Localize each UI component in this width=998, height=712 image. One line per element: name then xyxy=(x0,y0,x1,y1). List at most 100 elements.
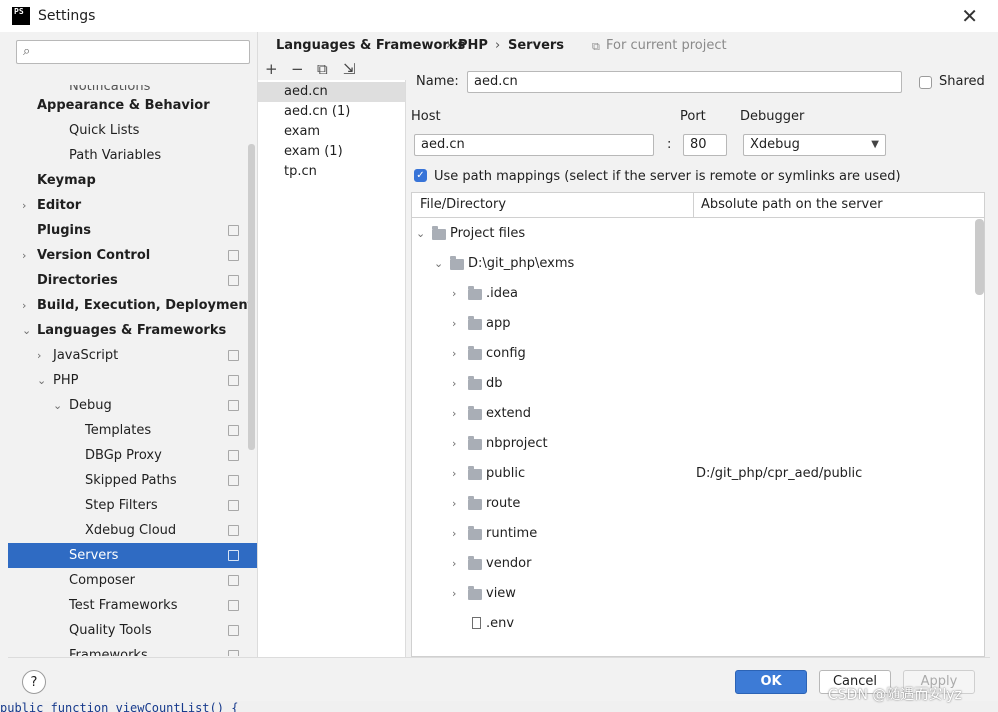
server-list-item[interactable]: exam xyxy=(258,122,405,142)
sidebar-item-composer[interactable]: Composer xyxy=(8,568,257,593)
window-title: Settings xyxy=(38,8,96,24)
sidebar-scrollbar[interactable] xyxy=(248,144,255,450)
remove-icon[interactable]: − xyxy=(291,60,304,78)
sidebar-item-appearance-behavior[interactable]: Appearance & Behavior xyxy=(8,93,257,118)
sidebar-item-dbgp-proxy[interactable]: DBGp Proxy xyxy=(8,443,257,468)
table-row[interactable]: › app xyxy=(412,309,972,339)
sidebar-item-label: Test Frameworks xyxy=(69,598,178,613)
sidebar-item-servers[interactable]: Servers xyxy=(8,543,257,568)
chevron-right-icon[interactable]: › xyxy=(452,339,456,369)
column-header-file[interactable]: File/Directory xyxy=(412,193,506,217)
chevron-right-icon[interactable]: › xyxy=(452,459,456,489)
chevron-down-icon[interactable]: ⌄ xyxy=(416,219,425,249)
sidebar-item-languages-frameworks[interactable]: ⌄ Languages & Frameworks xyxy=(8,318,257,343)
folder-icon xyxy=(450,256,464,270)
table-row[interactable]: › runtime xyxy=(412,519,972,549)
name-field[interactable]: aed.cn xyxy=(467,71,902,93)
table-row[interactable]: › .idea xyxy=(412,279,972,309)
sidebar-item-keymap[interactable]: Keymap xyxy=(8,168,257,193)
sidebar-item-version-control[interactable]: › Version Control xyxy=(8,243,257,268)
debugger-value: Xdebug xyxy=(750,137,800,152)
sidebar-item-frameworks[interactable]: Frameworks xyxy=(8,643,257,656)
use-path-mappings-checkbox[interactable]: ✓ xyxy=(414,169,427,182)
chevron-right-icon[interactable]: › xyxy=(452,519,456,549)
table-row[interactable]: ⌄ Project files xyxy=(412,219,972,249)
chevron-down-icon[interactable]: ⌄ xyxy=(37,368,46,393)
breadcrumb-item-languages[interactable]: Languages & Frameworks xyxy=(276,38,465,53)
shared-checkbox[interactable] xyxy=(919,76,932,89)
chevron-right-icon[interactable]: › xyxy=(452,579,456,609)
file-directory-name: Project files xyxy=(450,226,526,241)
sidebar-item-javascript[interactable]: › JavaScript xyxy=(8,343,257,368)
sidebar-item-quick-lists[interactable]: Quick Lists xyxy=(8,118,257,143)
server-list-item[interactable]: aed.cn (1) xyxy=(258,102,405,122)
host-field[interactable]: aed.cn xyxy=(414,134,654,156)
chevron-right-icon[interactable]: › xyxy=(452,399,456,429)
folder-icon xyxy=(468,316,482,330)
sidebar-item-test-frameworks[interactable]: Test Frameworks xyxy=(8,593,257,618)
help-icon[interactable]: ? xyxy=(22,670,46,694)
column-header-server-path[interactable]: Absolute path on the server xyxy=(693,193,883,217)
chevron-right-icon[interactable]: › xyxy=(452,429,456,459)
table-row[interactable]: › view xyxy=(412,579,972,609)
sidebar-item-label: DBGp Proxy xyxy=(85,448,162,463)
sidebar-item-php[interactable]: ⌄ PHP xyxy=(8,368,257,393)
port-field[interactable]: 80 xyxy=(683,134,727,156)
sidebar-item-templates[interactable]: Templates xyxy=(8,418,257,443)
server-list-item[interactable]: exam (1) xyxy=(258,142,405,162)
chevron-down-icon[interactable]: ⌄ xyxy=(53,393,62,418)
table-row[interactable]: ⌄ D:\git_php\exms xyxy=(412,249,972,279)
sidebar-item-label: Plugins xyxy=(37,223,91,238)
import-icon[interactable]: ⇲ xyxy=(343,60,356,78)
sidebar-item-editor[interactable]: › Editor xyxy=(8,193,257,218)
close-icon[interactable]: ✕ xyxy=(961,4,978,28)
sidebar-item-skipped-paths[interactable]: Skipped Paths xyxy=(8,468,257,493)
table-row[interactable]: › config xyxy=(412,339,972,369)
server-list-item[interactable]: tp.cn xyxy=(258,162,405,182)
sidebar-item-build-execution-deployment[interactable]: › Build, Execution, Deployment xyxy=(8,293,257,318)
file-directory-name: nbproject xyxy=(486,436,548,451)
table-row[interactable]: › extend xyxy=(412,399,972,429)
chevron-right-icon[interactable]: › xyxy=(37,343,41,368)
ok-button[interactable]: OK xyxy=(735,670,807,694)
sidebar-item-label: JavaScript xyxy=(53,348,119,363)
use-path-mappings-label: Use path mappings (select if the server … xyxy=(434,169,901,184)
chevron-right-icon[interactable]: › xyxy=(452,489,456,519)
table-row[interactable]: › route xyxy=(412,489,972,519)
folder-icon xyxy=(468,346,482,360)
server-list-item[interactable]: aed.cn xyxy=(258,82,405,102)
sidebar-item-directories[interactable]: Directories xyxy=(8,268,257,293)
chevron-right-icon[interactable]: › xyxy=(452,279,456,309)
table-row[interactable]: .env xyxy=(412,609,972,639)
chevron-down-icon[interactable]: ⌄ xyxy=(22,318,31,343)
chevron-right-icon[interactable]: › xyxy=(22,243,26,268)
table-row[interactable]: › db xyxy=(412,369,972,399)
sidebar-item-xdebug-cloud[interactable]: Xdebug Cloud xyxy=(8,518,257,543)
server-path-cell[interactable]: D:/git_php/cpr_aed/public xyxy=(696,459,862,489)
chevron-right-icon[interactable]: › xyxy=(22,193,26,218)
table-row[interactable]: › nbproject xyxy=(412,429,972,459)
chevron-right-icon[interactable]: › xyxy=(452,369,456,399)
table-row[interactable]: › vendor xyxy=(412,549,972,579)
sidebar-item-quality-tools[interactable]: Quality Tools xyxy=(8,618,257,643)
chevron-right-icon[interactable]: › xyxy=(452,309,456,339)
chevron-right-icon[interactable]: › xyxy=(22,293,26,318)
table-row[interactable]: › public D:/git_php/cpr_aed/public xyxy=(412,459,972,489)
chevron-right-icon[interactable]: › xyxy=(452,549,456,579)
sidebar-item-path-variables[interactable]: Path Variables xyxy=(8,143,257,168)
sidebar-item-plugins[interactable]: Plugins xyxy=(8,218,257,243)
debugger-select[interactable]: Xdebug ▼ xyxy=(743,134,886,156)
search-icon: ⌕ xyxy=(23,44,31,59)
add-icon[interactable]: + xyxy=(265,60,278,78)
host-label: Host xyxy=(411,109,441,124)
sidebar-item-debug[interactable]: ⌄ Debug xyxy=(8,393,257,418)
sidebar-item-step-filters[interactable]: Step Filters xyxy=(8,493,257,518)
project-scope-icon xyxy=(228,650,239,656)
table-scrollbar[interactable] xyxy=(975,219,984,295)
search-input[interactable]: ⌕ xyxy=(16,40,250,64)
breadcrumb-item-php[interactable]: PHP xyxy=(458,38,488,53)
copy-icon[interactable]: ⧉ xyxy=(317,60,328,78)
chevron-down-icon[interactable]: ⌄ xyxy=(434,249,443,279)
file-directory-name: route xyxy=(486,496,521,511)
file-directory-name: .idea xyxy=(486,286,518,301)
